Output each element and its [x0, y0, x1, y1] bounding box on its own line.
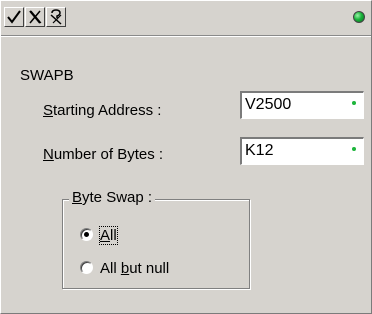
field-status-dot-icon [352, 147, 356, 151]
swapb-dialog: SWAPB Starting Address : V2500 Number of… [0, 0, 372, 314]
radio-selected-icon [84, 232, 89, 237]
radio-all-button[interactable] [80, 228, 93, 241]
instruction-name: SWAPB [20, 67, 74, 84]
accept-button[interactable] [4, 7, 24, 27]
starting-address-input[interactable]: V2500 [240, 91, 364, 119]
radio-all-but-null-label: All but null [100, 260, 170, 277]
starting-address-label: Starting Address : [43, 102, 162, 119]
number-of-bytes-input[interactable]: K12 [240, 137, 364, 165]
number-of-bytes-label: Number of Bytes : [43, 146, 164, 163]
starting-address-value: V2500 [245, 96, 292, 113]
number-of-bytes-value: K12 [245, 142, 274, 159]
help-icon [50, 9, 62, 25]
radio-all-but-null-button[interactable] [80, 261, 93, 274]
field-status-dot-icon [352, 101, 356, 105]
help-button[interactable] [46, 7, 66, 27]
cancel-icon [29, 10, 42, 24]
checkmark-icon [7, 10, 21, 24]
radio-all-label: All [99, 226, 118, 245]
status-indicator-icon [353, 11, 365, 23]
toolbar [1, 1, 371, 36]
byte-swap-legend: Byte Swap : [69, 189, 156, 206]
cancel-button[interactable] [25, 7, 45, 27]
